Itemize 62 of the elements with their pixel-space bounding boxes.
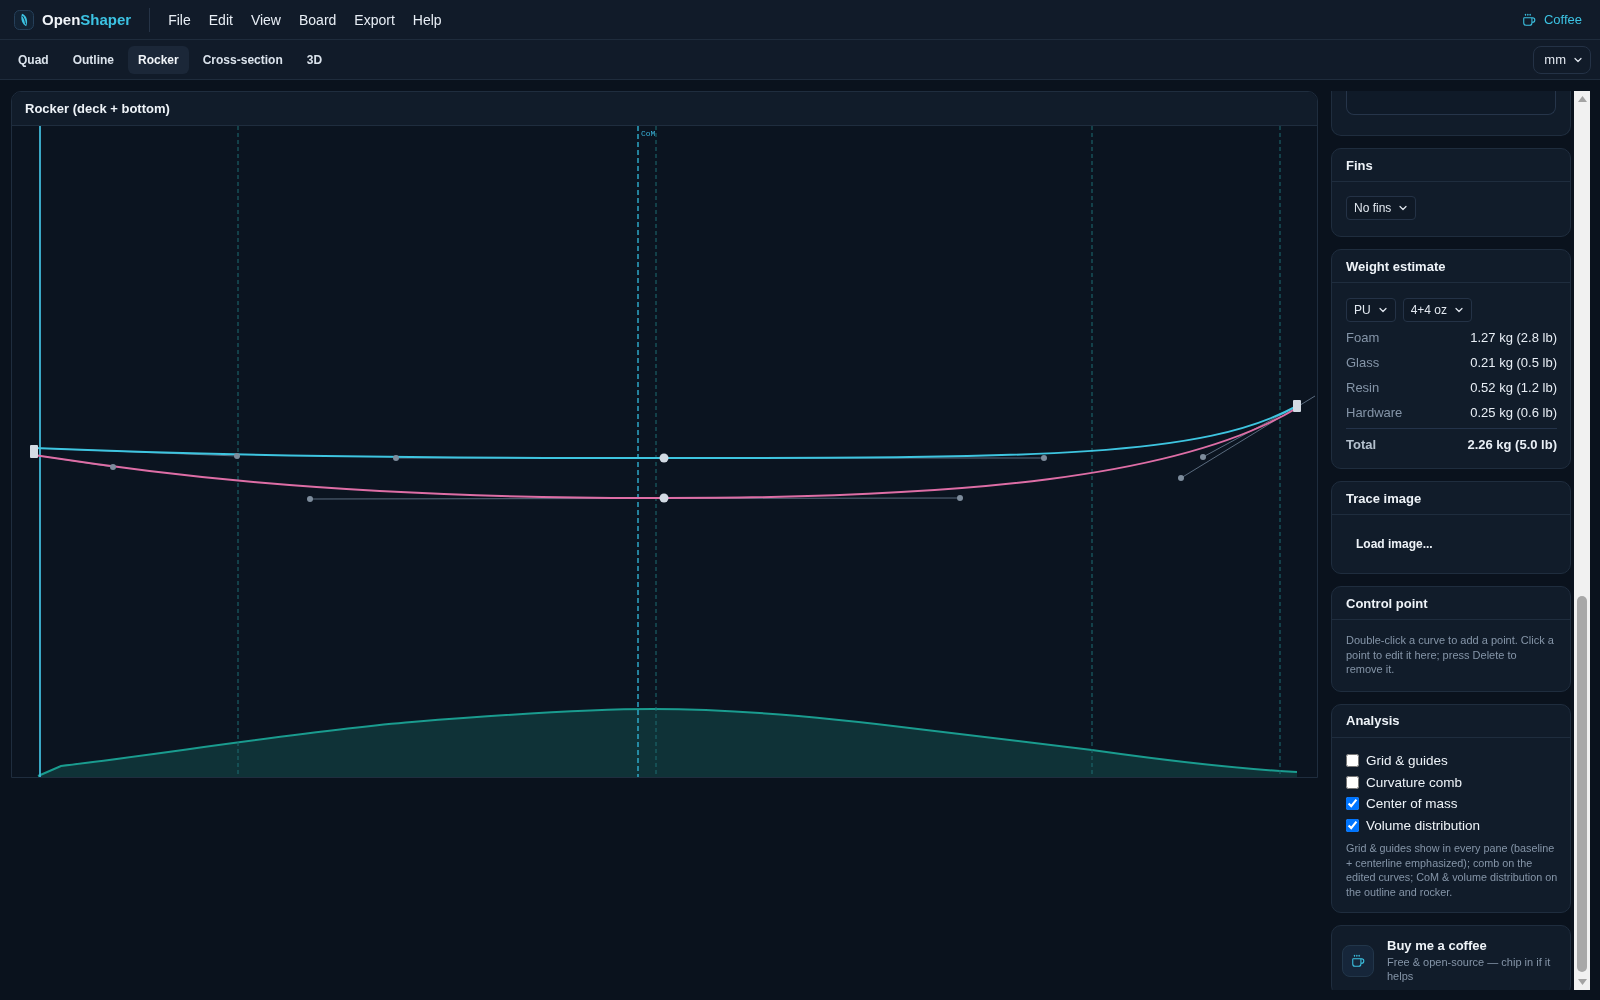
weight-value: 0.25 kg (0.6 lb): [1470, 405, 1557, 420]
checkbox-label: Center of mass: [1366, 796, 1458, 812]
card-title: Analysis: [1346, 713, 1400, 728]
control-handle[interactable]: [1200, 454, 1206, 460]
weight-label: Hardware: [1346, 405, 1403, 420]
hint-text: Double-click a curve to add a point. Click a point to edit it here; press Delete to remove it.: [1346, 633, 1555, 677]
control-point[interactable]: [659, 453, 669, 463]
core-select[interactable]: PU: [1346, 298, 1396, 322]
card-title: Fins: [1346, 157, 1373, 173]
control-handle[interactable]: [1178, 475, 1184, 481]
menu-item[interactable]: View: [242, 7, 289, 32]
checkbox-label: Curvature comb: [1366, 774, 1463, 790]
weight-value: 0.52 kg (1.2 lb): [1470, 380, 1557, 395]
units-select[interactable]: mm: [1533, 45, 1591, 74]
view-tab[interactable]: Quad: [8, 45, 59, 74]
menu-item[interactable]: Export: [346, 7, 403, 32]
checkbox[interactable]: [1346, 797, 1359, 811]
surfboard-icon: [14, 9, 34, 30]
scrollbar-thumb[interactable]: [1577, 596, 1587, 972]
pane-title: Rocker (deck + bottom): [25, 101, 170, 116]
card-title: Trace image: [1346, 490, 1422, 506]
view-tab[interactable]: 3D: [296, 45, 333, 74]
card-title: Control point: [1346, 595, 1428, 611]
checkbox-label: Grid & guides: [1366, 752, 1448, 768]
weight-label: Resin: [1346, 380, 1380, 395]
weight-label: Glass: [1346, 355, 1380, 370]
weight-label: Foam: [1346, 330, 1380, 345]
total-label: Total: [1346, 437, 1377, 452]
weight-value: 0.21 kg (0.5 lb): [1470, 355, 1557, 370]
weight-value: 1.27 kg (2.8 lb): [1470, 330, 1557, 345]
menu-item[interactable]: Board: [291, 7, 345, 32]
control-handle[interactable]: [307, 496, 313, 502]
control-handle[interactable]: [110, 464, 116, 470]
glass-select[interactable]: 4+4 oz: [1402, 298, 1473, 322]
coffee-title: Buy me a coffee: [1387, 938, 1488, 954]
checkbox[interactable]: [1346, 818, 1359, 832]
load-image-button[interactable]: Load image...: [1346, 531, 1443, 557]
com-label: CoM: [641, 129, 656, 138]
control-handle[interactable]: [234, 453, 240, 459]
view-tab[interactable]: Outline: [62, 45, 124, 74]
checkbox-label: Volume distribution: [1366, 817, 1481, 833]
menu-item[interactable]: File: [160, 7, 199, 32]
coffee-link[interactable]: Coffee: [1521, 12, 1582, 27]
control-point[interactable]: [659, 493, 669, 503]
checkbox[interactable]: [1346, 753, 1359, 767]
checkbox[interactable]: [1346, 775, 1359, 789]
card-title: Weight estimate: [1346, 258, 1446, 274]
scrollbar[interactable]: [1574, 91, 1590, 990]
coffee-cup-icon: [1521, 12, 1536, 27]
menu-item[interactable]: Help: [404, 7, 450, 32]
control-handle[interactable]: [393, 455, 399, 461]
hint-text: Grid & guides show in every pane (baseline + centerline emphasized); comb on the edited curves; CoM & volume distribution on the outline and rocker.: [1346, 841, 1559, 900]
coffee-text: Free & open-source — chip in if it helps: [1387, 955, 1552, 984]
coffee-cup-icon: [1342, 944, 1374, 977]
app-name: OpenShaper: [42, 11, 132, 28]
control-handle[interactable]: [1041, 455, 1047, 461]
fins-select[interactable]: No fins: [1346, 196, 1417, 220]
view-tab[interactable]: Cross-section: [192, 45, 293, 74]
menu-item[interactable]: Edit: [200, 7, 241, 32]
total-value: 2.26 kg (5.0 lb): [1467, 437, 1557, 452]
view-tab[interactable]: Rocker: [128, 45, 189, 74]
control-handle[interactable]: [957, 495, 963, 501]
